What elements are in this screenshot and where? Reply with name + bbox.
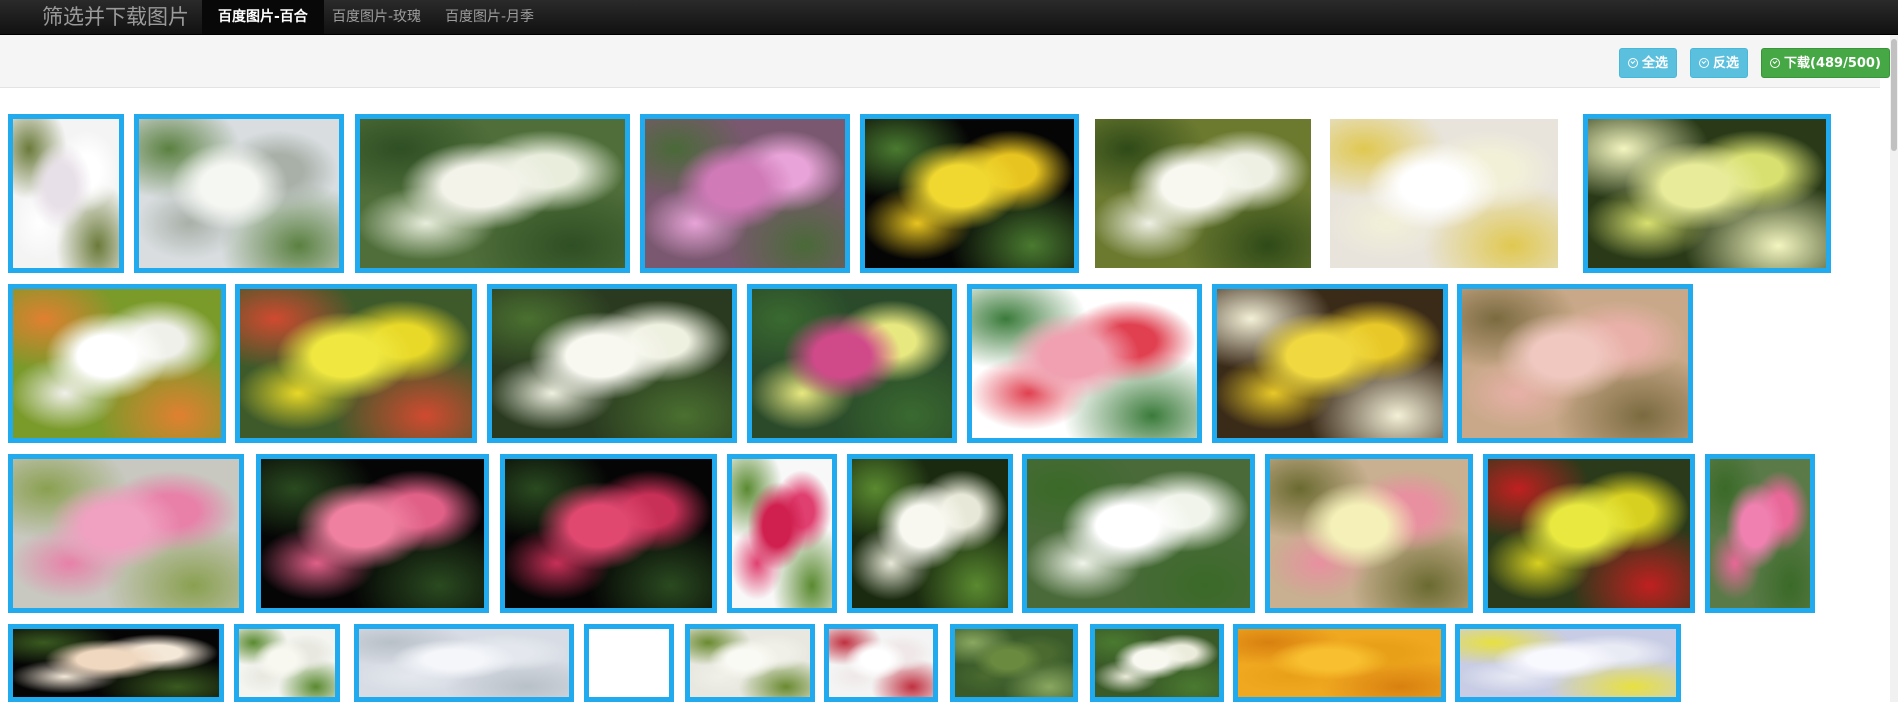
gallery-thumbnail[interactable]	[967, 284, 1202, 443]
flower-photo	[972, 289, 1197, 438]
tab-rose[interactable]: 百度图片-玫瑰	[316, 0, 437, 34]
gallery-thumbnail[interactable]	[235, 284, 477, 443]
gallery-thumbnail[interactable]	[824, 624, 938, 702]
gallery-thumbnail[interactable]	[860, 114, 1079, 273]
check-circle-icon	[1628, 58, 1638, 68]
flower-photo	[359, 629, 569, 697]
flower-photo	[645, 119, 845, 268]
flower-photo	[852, 459, 1008, 608]
flower-photo	[239, 629, 335, 697]
tab-lily[interactable]: 百度图片-百合	[202, 0, 324, 34]
flower-photo	[1460, 629, 1676, 697]
flower-photo	[492, 289, 732, 438]
gallery-thumbnail[interactable]	[727, 454, 837, 613]
check-circle-icon	[1699, 58, 1709, 68]
flower-photo	[360, 119, 625, 268]
flower-photo	[13, 629, 219, 697]
invert-selection-button[interactable]: 反选	[1690, 48, 1749, 78]
gallery-thumbnail[interactable]	[354, 624, 574, 702]
gallery-thumbnail[interactable]	[8, 624, 224, 702]
flower-photo	[240, 289, 472, 438]
flower-photo	[139, 119, 339, 268]
select-all-button[interactable]: 全选	[1619, 48, 1678, 78]
flower-photo	[13, 289, 221, 438]
gallery-thumbnail[interactable]	[1265, 454, 1473, 613]
gallery-thumbnail[interactable]	[1090, 114, 1316, 273]
flower-photo	[865, 119, 1074, 268]
gallery-thumbnail[interactable]	[1233, 624, 1446, 702]
gallery-thumbnail[interactable]	[500, 454, 717, 613]
flower-photo	[589, 629, 669, 697]
flower-photo	[1095, 119, 1311, 268]
flower-photo	[1462, 289, 1688, 438]
gallery-thumbnail[interactable]	[1022, 454, 1255, 613]
top-navbar: 筛选并下载图片 百度图片-百合 百度图片-玫瑰 百度图片-月季	[0, 0, 1898, 35]
flower-photo	[829, 629, 933, 697]
action-toolbar: 全选 反选 下载(489/500)	[0, 35, 1890, 88]
page-scrollbar[interactable]	[1890, 35, 1898, 702]
flower-photo	[1588, 119, 1826, 268]
flower-photo	[13, 459, 239, 608]
gallery-thumbnail[interactable]	[1705, 454, 1815, 613]
gallery-thumbnail[interactable]	[1457, 284, 1693, 443]
gallery-thumbnail[interactable]	[1583, 114, 1831, 273]
flower-photo	[1270, 459, 1468, 608]
tab-chinese-rose[interactable]: 百度图片-月季	[429, 0, 550, 34]
flower-photo	[732, 459, 832, 608]
flower-photo	[1238, 629, 1441, 697]
download-label: 下载(489/500)	[1784, 56, 1881, 71]
flower-photo	[1027, 459, 1250, 608]
flower-photo	[1095, 629, 1219, 697]
flower-photo	[505, 459, 712, 608]
gallery-thumbnail[interactable]	[234, 624, 340, 702]
gallery-thumbnail[interactable]	[8, 114, 124, 273]
flower-photo	[1330, 119, 1558, 268]
gallery-thumbnail[interactable]	[1325, 114, 1563, 273]
download-circle-icon	[1770, 58, 1780, 68]
gallery-thumbnail[interactable]	[685, 624, 815, 702]
flower-photo	[261, 459, 484, 608]
gallery-thumbnail[interactable]	[950, 624, 1078, 702]
select-all-label: 全选	[1642, 56, 1669, 71]
gallery-thumbnail[interactable]	[1090, 624, 1224, 702]
gallery-thumbnail[interactable]	[1455, 624, 1681, 702]
flower-photo	[1710, 459, 1810, 608]
gallery-thumbnail[interactable]	[487, 284, 737, 443]
gallery-thumbnail[interactable]	[134, 114, 344, 273]
flower-photo	[13, 119, 119, 268]
flower-photo	[1488, 459, 1690, 608]
gallery-thumbnail[interactable]	[8, 454, 244, 613]
invert-selection-label: 反选	[1713, 56, 1740, 71]
gallery-thumbnail[interactable]	[584, 624, 674, 702]
gallery-thumbnail[interactable]	[640, 114, 850, 273]
scrollbar-thumb[interactable]	[1891, 39, 1897, 151]
gallery-thumbnail[interactable]	[8, 284, 226, 443]
gallery-thumbnail[interactable]	[1483, 454, 1695, 613]
gallery-thumbnail[interactable]	[256, 454, 489, 613]
gallery-thumbnail[interactable]	[1212, 284, 1448, 443]
gallery-thumbnail[interactable]	[355, 114, 630, 273]
download-button[interactable]: 下载(489/500)	[1761, 48, 1890, 78]
gallery-thumbnail[interactable]	[747, 284, 957, 443]
flower-photo	[752, 289, 952, 438]
flower-photo	[1217, 289, 1443, 438]
app-brand[interactable]: 筛选并下载图片	[42, 3, 189, 31]
flower-photo	[690, 629, 810, 697]
flower-photo	[955, 629, 1073, 697]
gallery-thumbnail[interactable]	[847, 454, 1013, 613]
